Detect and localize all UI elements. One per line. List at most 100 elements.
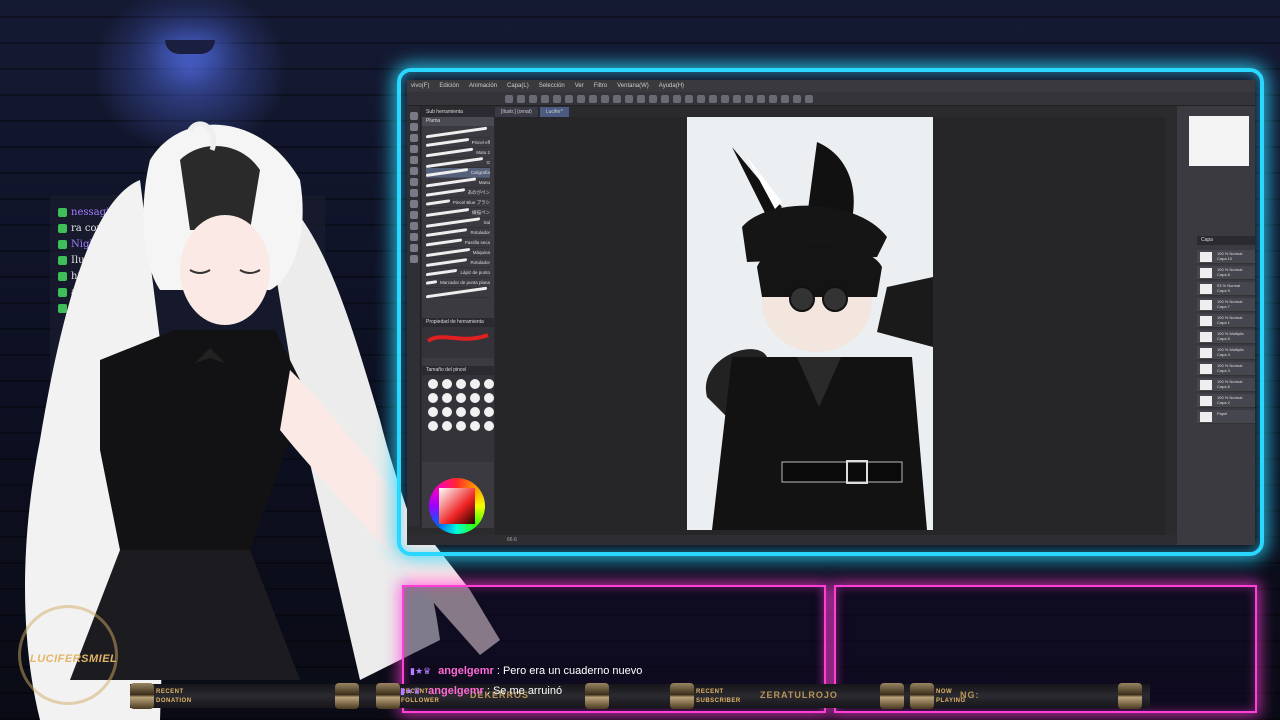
toolbar-button-icon[interactable] — [745, 95, 753, 103]
toolbar-button-icon[interactable] — [517, 95, 525, 103]
brush-item[interactable]: Rotulador — [426, 258, 490, 268]
toolbar-button-icon[interactable] — [541, 95, 549, 103]
toolbar-button-icon[interactable] — [685, 95, 693, 103]
brush-item[interactable] — [426, 286, 490, 299]
tool-icon[interactable] — [410, 233, 418, 241]
brush-item[interactable]: Máquina — [426, 247, 490, 258]
brush-item[interactable]: 線描ペン — [426, 207, 490, 218]
toolbar-button-icon[interactable] — [721, 95, 729, 103]
layer-item[interactable]: 100 % Normal Capa 6 — [1197, 378, 1255, 392]
toolbar-button-icon[interactable] — [697, 95, 705, 103]
brush-size-option[interactable] — [428, 421, 438, 431]
brush-size-option[interactable] — [470, 407, 480, 417]
brush-size-option[interactable] — [470, 393, 480, 403]
menu-item[interactable]: Ver — [575, 83, 584, 89]
color-picker-square[interactable] — [439, 488, 475, 524]
brush-item[interactable]: Pincel eff — [426, 138, 490, 148]
brush-item[interactable]: あのがペン — [426, 188, 490, 198]
navigator-thumbnail[interactable] — [1189, 116, 1249, 166]
toolbar-button-icon[interactable] — [769, 95, 777, 103]
menu-item[interactable]: Ayuda(H) — [659, 83, 684, 89]
toolbar-button-icon[interactable] — [757, 95, 765, 103]
menu-item[interactable]: Edición — [439, 83, 459, 89]
menu-item[interactable]: Animación — [469, 83, 497, 89]
brush-item[interactable]: Pastilla seca — [426, 238, 490, 248]
tool-icon[interactable] — [410, 156, 418, 164]
brush-item[interactable]: G — [426, 156, 490, 169]
layer-item[interactable]: 100 % Normal Capa 8 — [1197, 266, 1255, 280]
toolbar-button-icon[interactable] — [577, 95, 585, 103]
color-wheel[interactable] — [429, 478, 485, 534]
brush-item[interactable]: Lápiz de punto — [426, 268, 490, 278]
layer-item[interactable]: 100 % Multiplic Capa 5 — [1197, 330, 1255, 344]
brush-item[interactable] — [426, 126, 490, 139]
layer-item[interactable]: 100 % Normal Capa 1 — [1197, 314, 1255, 328]
tool-icon[interactable] — [410, 222, 418, 230]
menu-item[interactable]: vivo(F) — [411, 83, 429, 89]
tool-icon[interactable] — [410, 167, 418, 175]
toolbar-button-icon[interactable] — [613, 95, 621, 103]
document-tab[interactable]: Lucifer* — [539, 107, 569, 117]
menu-item[interactable]: Selección — [539, 83, 565, 89]
layer-item[interactable]: 100 % Normal Capa 2 — [1197, 394, 1255, 408]
brush-item[interactable]: Pincel Blue ブラシ — [426, 198, 490, 208]
brush-size-option[interactable] — [484, 379, 494, 389]
tool-icon[interactable] — [410, 255, 418, 263]
brush-item[interactable]: Marcador de punta plana — [426, 278, 490, 288]
tool-icon[interactable] — [410, 112, 418, 120]
brush-size-option[interactable] — [456, 379, 466, 389]
brush-item[interactable]: Rotulador — [426, 228, 490, 238]
layer-item[interactable]: Papel — [1197, 410, 1255, 424]
menu-item[interactable]: Filtro — [594, 83, 607, 89]
tool-icon[interactable] — [410, 211, 418, 219]
toolbar-button-icon[interactable] — [709, 95, 717, 103]
toolbar-button-icon[interactable] — [673, 95, 681, 103]
tool-icon[interactable] — [410, 134, 418, 142]
brush-size-option[interactable] — [456, 407, 466, 417]
brush-size-option[interactable] — [428, 407, 438, 417]
toolbar-button-icon[interactable] — [529, 95, 537, 103]
brush-size-option[interactable] — [470, 421, 480, 431]
brush-size-option[interactable] — [428, 379, 438, 389]
artwork-canvas[interactable] — [687, 117, 933, 530]
tool-icon[interactable] — [410, 200, 418, 208]
toolbar-button-icon[interactable] — [661, 95, 669, 103]
tool-icon[interactable] — [410, 145, 418, 153]
layer-item[interactable]: 100 % Normal Capa 7 — [1197, 298, 1255, 312]
toolbar-button-icon[interactable] — [649, 95, 657, 103]
tool-icon[interactable] — [410, 189, 418, 197]
menu-item[interactable]: Ventana(W) — [617, 83, 649, 89]
brush-item[interactable]: Caligrafía — [426, 168, 490, 178]
brush-item[interactable]: Sal — [426, 217, 490, 228]
document-tab[interactable]: [Ilustr.] (ornat) — [495, 107, 538, 117]
layer-item[interactable]: 93 % Normal Capa 9 — [1197, 282, 1255, 296]
toolbar-button-icon[interactable] — [805, 95, 813, 103]
brush-size-option[interactable] — [470, 379, 480, 389]
toolbar-button-icon[interactable] — [553, 95, 561, 103]
brush-size-option[interactable] — [484, 421, 494, 431]
toolbar-button-icon[interactable] — [565, 95, 573, 103]
brush-size-option[interactable] — [456, 421, 466, 431]
toolbar-button-icon[interactable] — [601, 95, 609, 103]
brush-size-option[interactable] — [484, 393, 494, 403]
layer-item[interactable]: 100 % Multiplic Capa 4 — [1197, 346, 1255, 360]
tool-icon[interactable] — [410, 123, 418, 131]
brush-size-option[interactable] — [484, 407, 494, 417]
layer-item[interactable]: 100 % Normal Capa 10 — [1197, 250, 1255, 264]
layer-item[interactable]: 100 % Normal Capa 3 — [1197, 362, 1255, 376]
tool-icon[interactable] — [410, 244, 418, 252]
toolbar-button-icon[interactable] — [793, 95, 801, 103]
toolbar-button-icon[interactable] — [589, 95, 597, 103]
brush-item[interactable]: Manu — [426, 177, 490, 188]
brush-size-option[interactable] — [456, 393, 466, 403]
toolbar-button-icon[interactable] — [625, 95, 633, 103]
brush-size-option[interactable] — [442, 379, 452, 389]
brush-size-option[interactable] — [442, 407, 452, 417]
tool-icon[interactable] — [410, 178, 418, 186]
toolbar-button-icon[interactable] — [781, 95, 789, 103]
toolbar-button-icon[interactable] — [733, 95, 741, 103]
canvas-area[interactable] — [495, 117, 1165, 540]
menu-item[interactable]: Capa(L) — [507, 83, 529, 89]
brush-size-option[interactable] — [442, 393, 452, 403]
toolbar-button-icon[interactable] — [505, 95, 513, 103]
